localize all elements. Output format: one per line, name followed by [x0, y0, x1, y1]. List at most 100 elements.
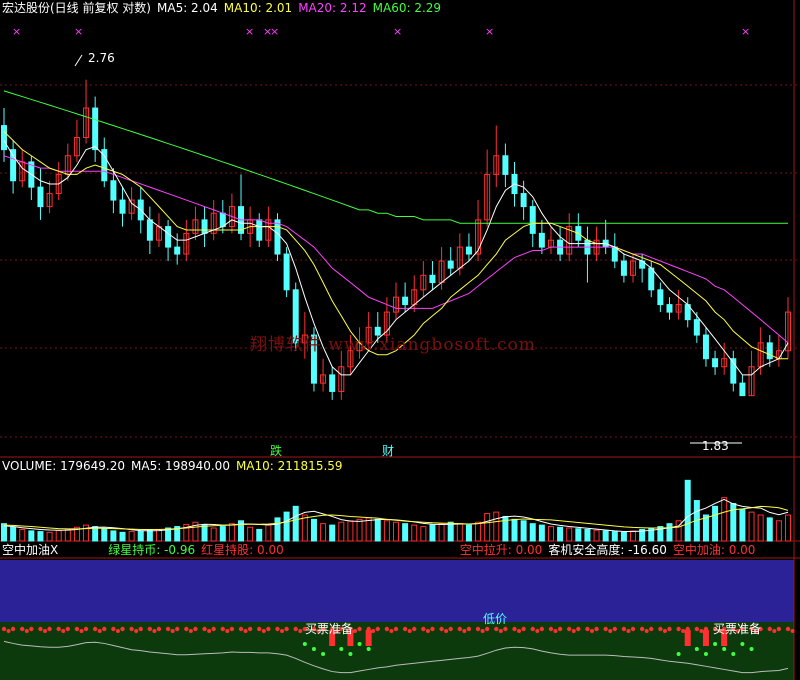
red-star [284, 626, 289, 632]
candle-body [666, 304, 673, 313]
candle-body [174, 246, 181, 255]
green-star [348, 652, 353, 656]
volume-bar [256, 528, 263, 542]
red-star [480, 629, 485, 633]
volume-bar [128, 531, 135, 542]
red-star [266, 626, 271, 632]
red-star [662, 629, 667, 633]
volume-bar [702, 514, 709, 542]
red-star [439, 626, 444, 632]
red-star [603, 626, 608, 632]
candle-body [165, 226, 172, 248]
ma10-line [3, 131, 788, 360]
red-star [430, 626, 435, 632]
red-star [79, 629, 84, 633]
indicator-sky [0, 560, 794, 622]
top-cross-marker: × [741, 25, 750, 38]
red-star [229, 626, 235, 632]
volume-bar [748, 511, 755, 542]
candle-body [219, 212, 226, 228]
red-star [639, 626, 645, 632]
candle-body [502, 155, 509, 175]
candle-body [702, 334, 709, 360]
green-star [339, 647, 344, 651]
volume-bar [228, 523, 235, 542]
candle-body [201, 219, 208, 234]
buy-bar [684, 630, 691, 646]
red-star [207, 629, 212, 633]
red-star [649, 626, 654, 632]
red-star [484, 626, 490, 632]
volume-bar [101, 528, 108, 542]
red-star [790, 629, 795, 633]
red-star [553, 629, 558, 633]
candle-body [611, 246, 618, 262]
red-star [170, 629, 175, 633]
volume-bar [37, 531, 44, 542]
red-star [193, 626, 198, 632]
volume-bar [320, 523, 327, 542]
red-star [699, 629, 704, 633]
volume-bar [557, 526, 564, 542]
green-star [311, 647, 316, 651]
red-star [61, 629, 66, 633]
volume-bar [584, 528, 591, 542]
red-star [630, 626, 636, 632]
red-star [225, 629, 230, 633]
candle-body [739, 382, 746, 397]
candle-body [657, 289, 664, 306]
top-cross-marker: × [74, 25, 83, 38]
volume-bar [10, 526, 17, 542]
red-star [156, 626, 162, 632]
red-star [594, 626, 599, 632]
red-star [247, 626, 253, 632]
red-star [571, 629, 576, 633]
volume-bar [630, 530, 637, 542]
volume-bar [46, 531, 53, 542]
volume-bar [247, 526, 254, 542]
volume-bar [146, 529, 153, 542]
top-cross-marker: × [270, 25, 279, 38]
volume-bar [356, 518, 363, 542]
red-star [767, 626, 772, 632]
volume-bar [19, 528, 26, 542]
red-star [24, 629, 29, 633]
red-star [74, 626, 80, 632]
volume-bar [411, 524, 418, 542]
top-cross-marker: × [485, 25, 494, 38]
red-star [138, 626, 143, 632]
volume-bar [210, 527, 217, 542]
volume-bar [602, 530, 609, 542]
red-star [457, 626, 463, 632]
buy-ready-label-1: 买票准备 [305, 622, 354, 636]
volume-bar [402, 523, 409, 542]
volume-bar [538, 524, 545, 542]
red-star [384, 626, 390, 632]
volume-bar [292, 505, 299, 542]
volume-bar [420, 526, 427, 542]
red-star [352, 629, 357, 633]
red-star [512, 626, 517, 632]
volume-bar [766, 517, 773, 542]
red-star [521, 626, 526, 632]
low-price-label: 低价 [483, 612, 508, 626]
volume-bar [83, 524, 90, 542]
volume-bar [155, 528, 162, 542]
green-star [703, 652, 708, 656]
red-star [466, 626, 472, 632]
red-star [444, 629, 449, 633]
candle-body [146, 219, 153, 241]
red-star [184, 626, 189, 632]
volume-bar [712, 505, 719, 542]
red-star [1, 626, 7, 632]
candle-body [648, 267, 655, 291]
candle-body [274, 219, 281, 255]
high-arrow [74, 54, 83, 67]
red-star [608, 629, 613, 633]
candle-body [447, 260, 454, 269]
volume-bar [283, 511, 290, 542]
red-star [557, 626, 563, 632]
volume-bar [666, 523, 673, 542]
volume-bar [620, 531, 627, 542]
candle-body [766, 342, 773, 360]
